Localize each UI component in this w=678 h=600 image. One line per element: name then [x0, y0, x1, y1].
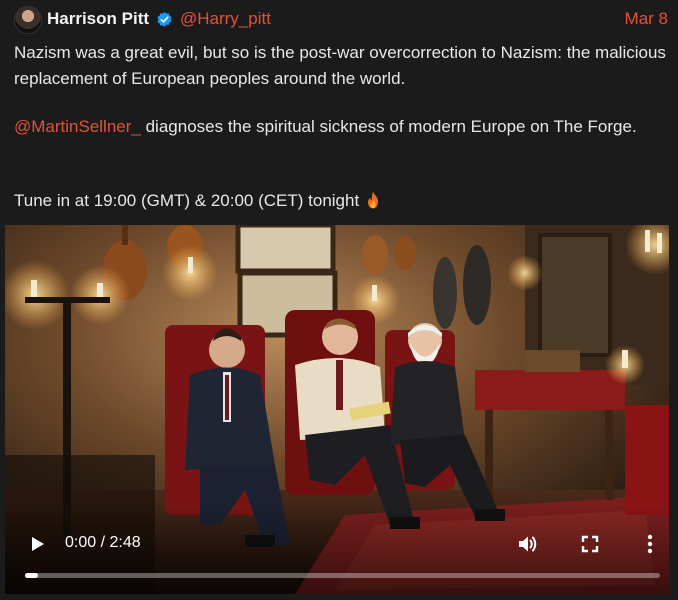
tweet-paragraph-3-text: Tune in at 19:00 (GMT) & 20:00 (CET) ton… [14, 191, 360, 210]
video-player[interactable]: 0:00 / 2:48 [5, 225, 669, 594]
author-handle[interactable]: @Harry_pitt [180, 9, 271, 29]
fire-emoji-icon [368, 191, 379, 209]
tweet-paragraph-2: @MartinSellner_ diagnoses the spiritual … [14, 114, 668, 140]
volume-icon[interactable] [516, 533, 538, 555]
fullscreen-icon[interactable] [580, 534, 600, 554]
more-options-icon[interactable] [640, 532, 660, 556]
avatar[interactable] [14, 6, 42, 34]
play-icon[interactable] [27, 534, 47, 554]
video-time: 0:00 / 2:48 [65, 534, 141, 551]
verified-badge-icon [157, 12, 172, 27]
tweet-paragraph-1: Nazism was a great evil, but so is the p… [14, 43, 666, 88]
tweet-paragraph-3: Tune in at 19:00 (GMT) & 20:00 (CET) ton… [14, 188, 668, 214]
tweet-card: Harrison Pitt @Harry_pitt Mar 8 Nazism w… [0, 0, 678, 600]
mention-link[interactable]: @MartinSellner_ [14, 117, 141, 136]
video-progress-fill [25, 573, 38, 578]
tweet-paragraph-2-text: diagnoses the spiritual sickness of mode… [140, 117, 637, 136]
tweet-header: Harrison Pitt @Harry_pitt Mar 8 [0, 0, 678, 36]
video-progress-bar[interactable] [25, 573, 660, 578]
author-name[interactable]: Harrison Pitt [47, 9, 149, 29]
post-date[interactable]: Mar 8 [625, 9, 668, 29]
